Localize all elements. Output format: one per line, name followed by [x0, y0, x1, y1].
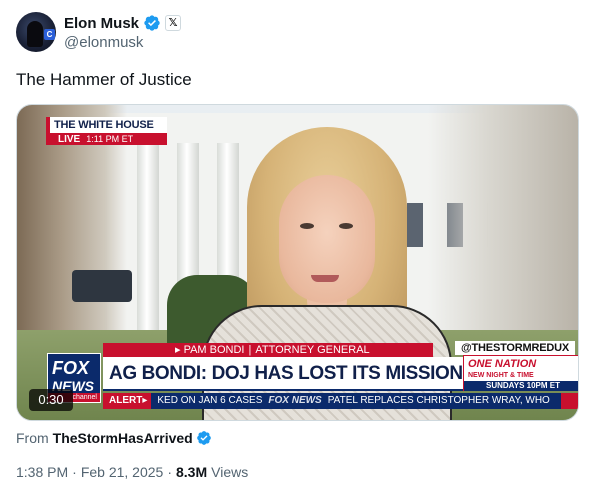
post-date[interactable]: Feb 21, 2025	[81, 464, 164, 480]
person-eye	[339, 223, 353, 229]
source-attribution: From TheStormHasArrived	[16, 428, 212, 448]
location-bug: THE WHITE HOUSE LIVE 1:11 PM ET	[46, 117, 167, 147]
avatar-figure	[27, 21, 43, 47]
from-label: From	[16, 430, 49, 446]
lower-third: FOX NEWS channel ▸ PAM BONDI | ATTORNEY GE…	[45, 341, 578, 420]
promo-card: ONE NATION NEW NIGHT & TIME SUNDAYS 10PM…	[463, 355, 578, 391]
window	[407, 203, 423, 247]
logo-line1: FOX	[52, 358, 90, 378]
views-label: Views	[211, 464, 249, 480]
video-duration: 0:30	[29, 389, 73, 411]
column	[137, 143, 159, 333]
person-eye	[300, 223, 314, 229]
x-affiliate-icon: 𝕏	[165, 15, 182, 31]
ticker-brand: FOX NEWS	[268, 395, 322, 406]
live-time: 1:11 PM ET	[86, 134, 134, 144]
separator-dot: ·	[72, 464, 77, 480]
tweet-header: C Elon Musk 𝕏 @elonmusk	[16, 12, 596, 56]
person-mouth	[311, 275, 339, 282]
person-face	[279, 175, 375, 303]
promo-line: NEW NIGHT & TIME	[468, 372, 534, 379]
author-handle[interactable]: @elonmusk	[64, 34, 143, 51]
headline: AG BONDI: DOJ HAS LOST ITS MISSION TO FI…	[103, 357, 463, 391]
ticker-crawl: KED ON JAN 6 CASES FOX NEWS PATEL REPLACES…	[151, 393, 562, 409]
author-name[interactable]: Elon Musk	[64, 15, 139, 32]
promo-box: @THESTORMREDUX ONE NATION NEW NIGHT & TI…	[455, 341, 578, 391]
alert-label: ALERT▸	[103, 393, 152, 409]
live-label: LIVE	[58, 134, 81, 145]
promo-show: ONE NATION	[468, 358, 537, 370]
verified-badge-icon	[144, 15, 160, 31]
source-account-link[interactable]: TheStormHasArrived	[53, 430, 193, 446]
avatar-badge: C	[44, 29, 55, 40]
post-time[interactable]: 1:38 PM	[16, 464, 68, 480]
speaker-title: ATTORNEY GENERAL	[255, 344, 370, 356]
play-triangle-icon: ▸	[175, 344, 184, 356]
ticker-left: KED ON JAN 6 CASES	[157, 395, 263, 406]
watermark: @THESTORMREDUX	[455, 341, 575, 355]
separator-dot: ·	[167, 464, 172, 480]
avatar[interactable]: C	[16, 12, 56, 52]
scene-vehicle	[72, 270, 132, 302]
verified-badge-icon	[196, 431, 211, 445]
ticker-right: PATEL REPLACES CHRISTOPHER WRAY, WHO	[327, 395, 550, 406]
name-bar: ▸ PAM BONDI | ATTORNEY GENERAL	[103, 343, 433, 357]
divider: |	[248, 344, 252, 356]
tweet-meta: 1:38 PM · Feb 21, 2025 · 8.3M Views	[16, 464, 248, 480]
video-player[interactable]: THE WHITE HOUSE LIVE 1:11 PM ET FOX NEWS …	[16, 104, 579, 421]
views-count: 8.3M	[176, 464, 208, 480]
author-name-row: Elon Musk 𝕏	[64, 13, 182, 33]
promo-time: SUNDAYS 10PM ET	[464, 381, 578, 391]
news-ticker: ALERT▸ KED ON JAN 6 CASES FOX NEWS PATEL RE…	[103, 393, 578, 409]
speaker-name: PAM BONDI	[183, 344, 245, 356]
tweet-text: The Hammer of Justice	[16, 70, 192, 89]
location-label: THE WHITE HOUSE	[46, 117, 167, 133]
live-strip: LIVE 1:11 PM ET	[46, 133, 167, 145]
